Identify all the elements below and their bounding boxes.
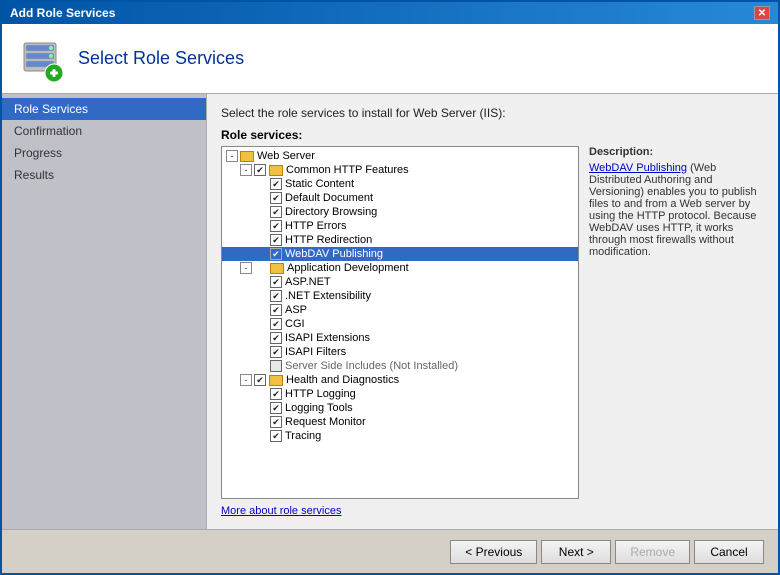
header-title: Select Role Services [78, 48, 244, 69]
expand-icon-common-http[interactable]: - [240, 164, 252, 176]
checkbox-dir-browsing[interactable]: ✔ [270, 206, 282, 218]
tree-row-dir-browsing[interactable]: ✔ Directory Browsing [222, 205, 578, 219]
checkbox-webdav[interactable]: ✔ [270, 248, 282, 260]
content-area: Role Services Confirmation Progress Resu… [2, 94, 778, 529]
checkbox-aspnet[interactable]: ✔ [270, 276, 282, 288]
tree-row-cgi[interactable]: ✔ CGI [222, 317, 578, 331]
tree-row-net-ext[interactable]: ✔ .NET Extensibility [222, 289, 578, 303]
more-about-role-services-link[interactable]: More about role services [221, 505, 764, 517]
sidebar: Role Services Confirmation Progress Resu… [2, 94, 207, 529]
description-panel: Description: WebDAV Publishing (Web Dist… [589, 146, 764, 499]
checkbox-isapi-ext[interactable]: ✔ [270, 332, 282, 344]
footer: < Previous Next > Remove Cancel [2, 529, 778, 573]
description-label: Description: [589, 146, 764, 158]
title-bar: Add Role Services ✕ [2, 2, 778, 24]
checkbox-default-doc[interactable]: ✔ [270, 192, 282, 204]
main-window: Add Role Services ✕ Select Role Services [0, 0, 780, 575]
tree-row-isapi-ext[interactable]: ✔ ISAPI Extensions [222, 331, 578, 345]
cancel-button[interactable]: Cancel [694, 540, 764, 564]
folder-icon-common-http [269, 165, 283, 176]
label-dir-browsing: Directory Browsing [285, 206, 377, 218]
tree-row-default-doc[interactable]: ✔ Default Document [222, 191, 578, 205]
tree-row-ssi[interactable]: Server Side Includes (Not Installed) [222, 359, 578, 373]
role-services-tree[interactable]: - Web Server - ✔ Common HTTP Features [221, 146, 579, 499]
label-request-monitor: Request Monitor [285, 416, 366, 428]
tree-row-logging-tools[interactable]: ✔ Logging Tools [222, 401, 578, 415]
label-isapi-filters: ISAPI Filters [285, 346, 346, 358]
label-web-server: Web Server [257, 150, 315, 162]
label-aspnet: ASP.NET [285, 276, 331, 288]
label-http-logging: HTTP Logging [285, 388, 356, 400]
checkbox-ssi[interactable] [270, 360, 282, 372]
label-http-redirect: HTTP Redirection [285, 234, 372, 246]
checkbox-http-logging[interactable]: ✔ [270, 388, 282, 400]
tree-row-http-redirect[interactable]: ✔ HTTP Redirection [222, 233, 578, 247]
description-link[interactable]: WebDAV Publishing [589, 162, 687, 174]
tree-row-web-server[interactable]: - Web Server [222, 149, 578, 163]
tree-row-app-dev[interactable]: - Application Development [222, 261, 578, 275]
tree-row-http-errors[interactable]: ✔ HTTP Errors [222, 219, 578, 233]
checkbox-net-ext[interactable]: ✔ [270, 290, 282, 302]
tree-row-request-monitor[interactable]: ✔ Request Monitor [222, 415, 578, 429]
tree-row-webdav[interactable]: ✔ WebDAV Publishing [222, 247, 578, 261]
label-asp: ASP [285, 304, 307, 316]
expand-icon-web-server[interactable]: - [226, 150, 238, 162]
checkbox-cgi[interactable]: ✔ [270, 318, 282, 330]
label-webdav: WebDAV Publishing [285, 248, 383, 260]
next-button[interactable]: Next > [541, 540, 611, 564]
expand-icon-health[interactable]: - [240, 374, 252, 386]
checkbox-logging-tools[interactable]: ✔ [270, 402, 282, 414]
tree-row-static-content[interactable]: ✔ Static Content [222, 177, 578, 191]
main-content: Select the role services to install for … [207, 94, 778, 529]
label-logging-tools: Logging Tools [285, 402, 353, 414]
tree-row-tracing[interactable]: ✔ Tracing [222, 429, 578, 443]
label-http-errors: HTTP Errors [285, 220, 347, 232]
tree-row-health-diag[interactable]: - ✔ Health and Diagnostics [222, 373, 578, 387]
checkbox-isapi-filters[interactable]: ✔ [270, 346, 282, 358]
label-static-content: Static Content [285, 178, 354, 190]
main-description: Select the role services to install for … [221, 106, 764, 120]
two-col-layout: - Web Server - ✔ Common HTTP Features [221, 146, 764, 499]
tree-row-aspnet[interactable]: ✔ ASP.NET [222, 275, 578, 289]
sidebar-item-confirmation[interactable]: Confirmation [2, 120, 206, 142]
close-button[interactable]: ✕ [754, 6, 770, 20]
label-isapi-ext: ISAPI Extensions [285, 332, 370, 344]
sidebar-item-role-services[interactable]: Role Services [2, 98, 206, 120]
role-services-label: Role services: [221, 128, 764, 142]
checkbox-tracing[interactable]: ✔ [270, 430, 282, 442]
label-health: Health and Diagnostics [286, 374, 399, 386]
previous-button[interactable]: < Previous [450, 540, 537, 564]
window-title: Add Role Services [10, 6, 115, 20]
tree-row-http-logging[interactable]: ✔ HTTP Logging [222, 387, 578, 401]
folder-icon-app-dev [270, 263, 284, 274]
sidebar-item-progress[interactable]: Progress [2, 142, 206, 164]
tree-row-asp[interactable]: ✔ ASP [222, 303, 578, 317]
checkbox-asp[interactable]: ✔ [270, 304, 282, 316]
expand-icon-app-dev[interactable]: - [240, 262, 252, 274]
checkbox-common-http[interactable]: ✔ [254, 164, 266, 176]
label-ssi: Server Side Includes (Not Installed) [285, 360, 458, 372]
label-cgi: CGI [285, 318, 305, 330]
label-common-http: Common HTTP Features [286, 164, 409, 176]
description-body-text: (Web Distributed Authoring and Versionin… [589, 162, 757, 258]
tree-row-common-http[interactable]: - ✔ Common HTTP Features [222, 163, 578, 177]
checkbox-health[interactable]: ✔ [254, 374, 266, 386]
header-icon [18, 35, 66, 83]
label-tracing: Tracing [285, 430, 321, 442]
checkbox-request-monitor[interactable]: ✔ [270, 416, 282, 428]
tree-row-isapi-filters[interactable]: ✔ ISAPI Filters [222, 345, 578, 359]
checkbox-http-redirect[interactable]: ✔ [270, 234, 282, 246]
description-body: WebDAV Publishing (Web Distributed Autho… [589, 162, 764, 258]
checkbox-static-content[interactable]: ✔ [270, 178, 282, 190]
label-net-ext: .NET Extensibility [285, 290, 371, 302]
folder-icon-web-server [240, 151, 254, 162]
remove-button[interactable]: Remove [615, 540, 690, 564]
sidebar-item-results[interactable]: Results [2, 164, 206, 186]
label-app-dev: Application Development [287, 262, 409, 274]
header-section: Select Role Services [2, 24, 778, 94]
folder-icon-health [269, 375, 283, 386]
label-default-doc: Default Document [285, 192, 373, 204]
checkbox-http-errors[interactable]: ✔ [270, 220, 282, 232]
